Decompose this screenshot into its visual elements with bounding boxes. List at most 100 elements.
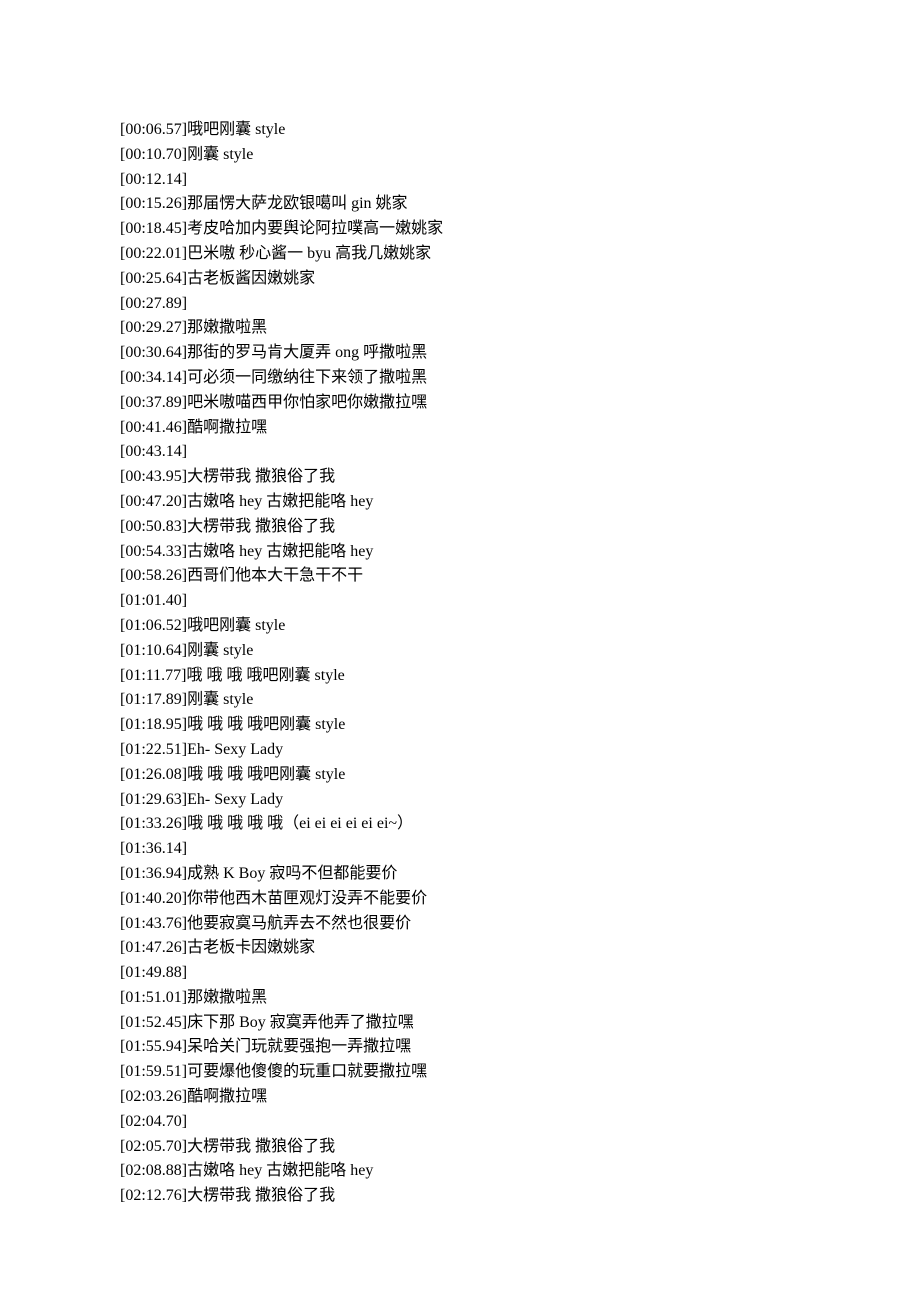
lyric-text: 古嫩咯 hey 古嫩把能咯 hey xyxy=(187,543,373,560)
lyric-line: [02:08.88]古嫩咯 hey 古嫩把能咯 hey xyxy=(120,1159,800,1184)
timestamp: [00:41.46] xyxy=(120,419,187,436)
lyric-text: 那街的罗马肯大厦弄 ong 呼撒啦黑 xyxy=(187,344,427,361)
lyric-text: 你带他西木苗匣观灯没弄不能要价 xyxy=(187,890,427,907)
lyric-text: 那嫩撒啦黑 xyxy=(187,319,267,336)
timestamp: [00:43.14] xyxy=(120,443,187,460)
lyric-text: 成熟 K Boy 寂吗不但都能要价 xyxy=(187,865,397,882)
lyric-line: [01:06.52]哦吧刚囊 style xyxy=(120,614,800,639)
lyric-text: 呆哈关门玩就要强抱一弄撒拉嘿 xyxy=(187,1038,411,1055)
lyric-line: [00:43.95]大楞带我 撒狼俗了我 xyxy=(120,465,800,490)
timestamp: [01:55.94] xyxy=(120,1038,187,1055)
timestamp: [00:43.95] xyxy=(120,468,187,485)
lyric-text: 他要寂寞马航弄去不然也很要价 xyxy=(187,915,411,932)
timestamp: [01:36.94] xyxy=(120,865,187,882)
lyric-line: [01:47.26]古老板卡因嫩姚家 xyxy=(120,936,800,961)
lyric-text: 可必须一同缴纳往下来领了撒啦黑 xyxy=(187,369,427,386)
lyric-line: [00:18.45]考皮哈加内要舆论阿拉噗高一嫩姚家 xyxy=(120,217,800,242)
lyric-text: 巴米嗷 秒心酱一 byu 高我几嫩姚家 xyxy=(187,245,431,262)
lyric-line: [02:03.26]酷啊撒拉嘿 xyxy=(120,1085,800,1110)
lyric-line: [02:12.76]大楞带我 撒狼俗了我 xyxy=(120,1184,800,1209)
lyric-line: [01:49.88] xyxy=(120,961,800,986)
lyric-line: [00:37.89]吧米嗷喵西甲你怕家吧你嫩撒拉嘿 xyxy=(120,391,800,416)
lyrics-document: [00:06.57]哦吧刚囊 style[00:10.70]刚囊 style[0… xyxy=(0,0,920,1269)
timestamp: [01:22.51] xyxy=(120,741,187,758)
timestamp: [00:37.89] xyxy=(120,394,187,411)
lyric-text: 哦 哦 哦 哦吧刚囊 style xyxy=(187,766,345,783)
lyric-line: [00:15.26]那届愣大萨龙欧银噶叫 gin 姚家 xyxy=(120,192,800,217)
lyric-text: 刚囊 style xyxy=(187,146,253,163)
lyric-line: [01:11.77]哦 哦 哦 哦吧刚囊 style xyxy=(120,664,800,689)
lyric-text: 哦 哦 哦 哦吧刚囊 style xyxy=(187,716,345,733)
lyric-line: [01:17.89]刚囊 style xyxy=(120,688,800,713)
lyric-line: [00:54.33]古嫩咯 hey 古嫩把能咯 hey xyxy=(120,540,800,565)
lyric-text: 刚囊 style xyxy=(187,691,253,708)
lyric-line: [00:43.14] xyxy=(120,440,800,465)
lyric-line: [00:29.27]那嫩撒啦黑 xyxy=(120,316,800,341)
lyric-line: [01:22.51]Eh- Sexy Lady xyxy=(120,738,800,763)
timestamp: [02:12.76] xyxy=(120,1187,187,1204)
timestamp: [01:43.76] xyxy=(120,915,187,932)
lyric-text: 那届愣大萨龙欧银噶叫 gin 姚家 xyxy=(187,195,407,212)
lyric-line: [02:05.70]大楞带我 撒狼俗了我 xyxy=(120,1135,800,1160)
timestamp: [01:10.64] xyxy=(120,642,187,659)
lyric-line: [02:04.70] xyxy=(120,1110,800,1135)
lyric-text: Eh- Sexy Lady xyxy=(187,741,283,758)
lyric-text: 刚囊 style xyxy=(187,642,253,659)
timestamp: [00:25.64] xyxy=(120,270,187,287)
lyric-line: [01:43.76]他要寂寞马航弄去不然也很要价 xyxy=(120,912,800,937)
lyric-line: [01:10.64]刚囊 style xyxy=(120,639,800,664)
lyrics-list: [00:06.57]哦吧刚囊 style[00:10.70]刚囊 style[0… xyxy=(120,118,800,1209)
timestamp: [02:04.70] xyxy=(120,1113,187,1130)
timestamp: [01:47.26] xyxy=(120,939,187,956)
timestamp: [01:36.14] xyxy=(120,840,187,857)
lyric-text: 大楞带我 撒狼俗了我 xyxy=(187,468,335,485)
timestamp: [01:49.88] xyxy=(120,964,187,981)
lyric-line: [01:51.01]那嫩撒啦黑 xyxy=(120,986,800,1011)
lyric-line: [00:10.70]刚囊 style xyxy=(120,143,800,168)
timestamp: [01:51.01] xyxy=(120,989,187,1006)
timestamp: [00:06.57] xyxy=(120,121,187,138)
lyric-text: 古老板酱因嫩姚家 xyxy=(187,270,315,287)
timestamp: [02:08.88] xyxy=(120,1162,187,1179)
lyric-text: 床下那 Boy 寂寞弄他弄了撒拉嘿 xyxy=(187,1014,414,1031)
lyric-text: 大楞带我 撒狼俗了我 xyxy=(187,518,335,535)
lyric-line: [01:36.14] xyxy=(120,837,800,862)
lyric-text: 哦 哦 哦 哦吧刚囊 style xyxy=(187,667,345,684)
timestamp: [02:05.70] xyxy=(120,1138,187,1155)
lyric-line: [01:59.51]可要爆他傻傻的玩重口就要撒拉嘿 xyxy=(120,1060,800,1085)
timestamp: [00:10.70] xyxy=(120,146,187,163)
lyric-line: [01:18.95]哦 哦 哦 哦吧刚囊 style xyxy=(120,713,800,738)
timestamp: [00:12.14] xyxy=(120,171,187,188)
timestamp: [00:29.27] xyxy=(120,319,187,336)
lyric-text: 古老板卡因嫩姚家 xyxy=(187,939,315,956)
timestamp: [00:30.64] xyxy=(120,344,187,361)
lyric-line: [00:34.14]可必须一同缴纳往下来领了撒啦黑 xyxy=(120,366,800,391)
lyric-text: 酷啊撒拉嘿 xyxy=(187,1088,267,1105)
timestamp: [00:15.26] xyxy=(120,195,187,212)
lyric-line: [01:01.40] xyxy=(120,589,800,614)
lyric-line: [00:50.83]大楞带我 撒狼俗了我 xyxy=(120,515,800,540)
timestamp: [01:06.52] xyxy=(120,617,187,634)
timestamp: [00:27.89] xyxy=(120,295,187,312)
timestamp: [01:01.40] xyxy=(120,592,187,609)
lyric-line: [01:52.45]床下那 Boy 寂寞弄他弄了撒拉嘿 xyxy=(120,1011,800,1036)
timestamp: [00:22.01] xyxy=(120,245,187,262)
lyric-line: [01:33.26]哦 哦 哦 哦 哦（ei ei ei ei ei ei~） xyxy=(120,812,800,837)
lyric-text: 酷啊撒拉嘿 xyxy=(187,419,267,436)
timestamp: [00:47.20] xyxy=(120,493,187,510)
timestamp: [00:50.83] xyxy=(120,518,187,535)
lyric-text: Eh- Sexy Lady xyxy=(187,791,283,808)
lyric-line: [00:25.64]古老板酱因嫩姚家 xyxy=(120,267,800,292)
lyric-line: [00:27.89] xyxy=(120,292,800,317)
timestamp: [01:29.63] xyxy=(120,791,187,808)
lyric-text: 哦吧刚囊 style xyxy=(187,617,285,634)
timestamp: [00:54.33] xyxy=(120,543,187,560)
lyric-text: 那嫩撒啦黑 xyxy=(187,989,267,1006)
lyric-line: [00:41.46]酷啊撒拉嘿 xyxy=(120,416,800,441)
timestamp: [01:18.95] xyxy=(120,716,187,733)
lyric-line: [01:55.94]呆哈关门玩就要强抱一弄撒拉嘿 xyxy=(120,1035,800,1060)
lyric-line: [00:22.01]巴米嗷 秒心酱一 byu 高我几嫩姚家 xyxy=(120,242,800,267)
timestamp: [01:59.51] xyxy=(120,1063,187,1080)
lyric-line: [01:36.94]成熟 K Boy 寂吗不但都能要价 xyxy=(120,862,800,887)
timestamp: [01:40.20] xyxy=(120,890,187,907)
